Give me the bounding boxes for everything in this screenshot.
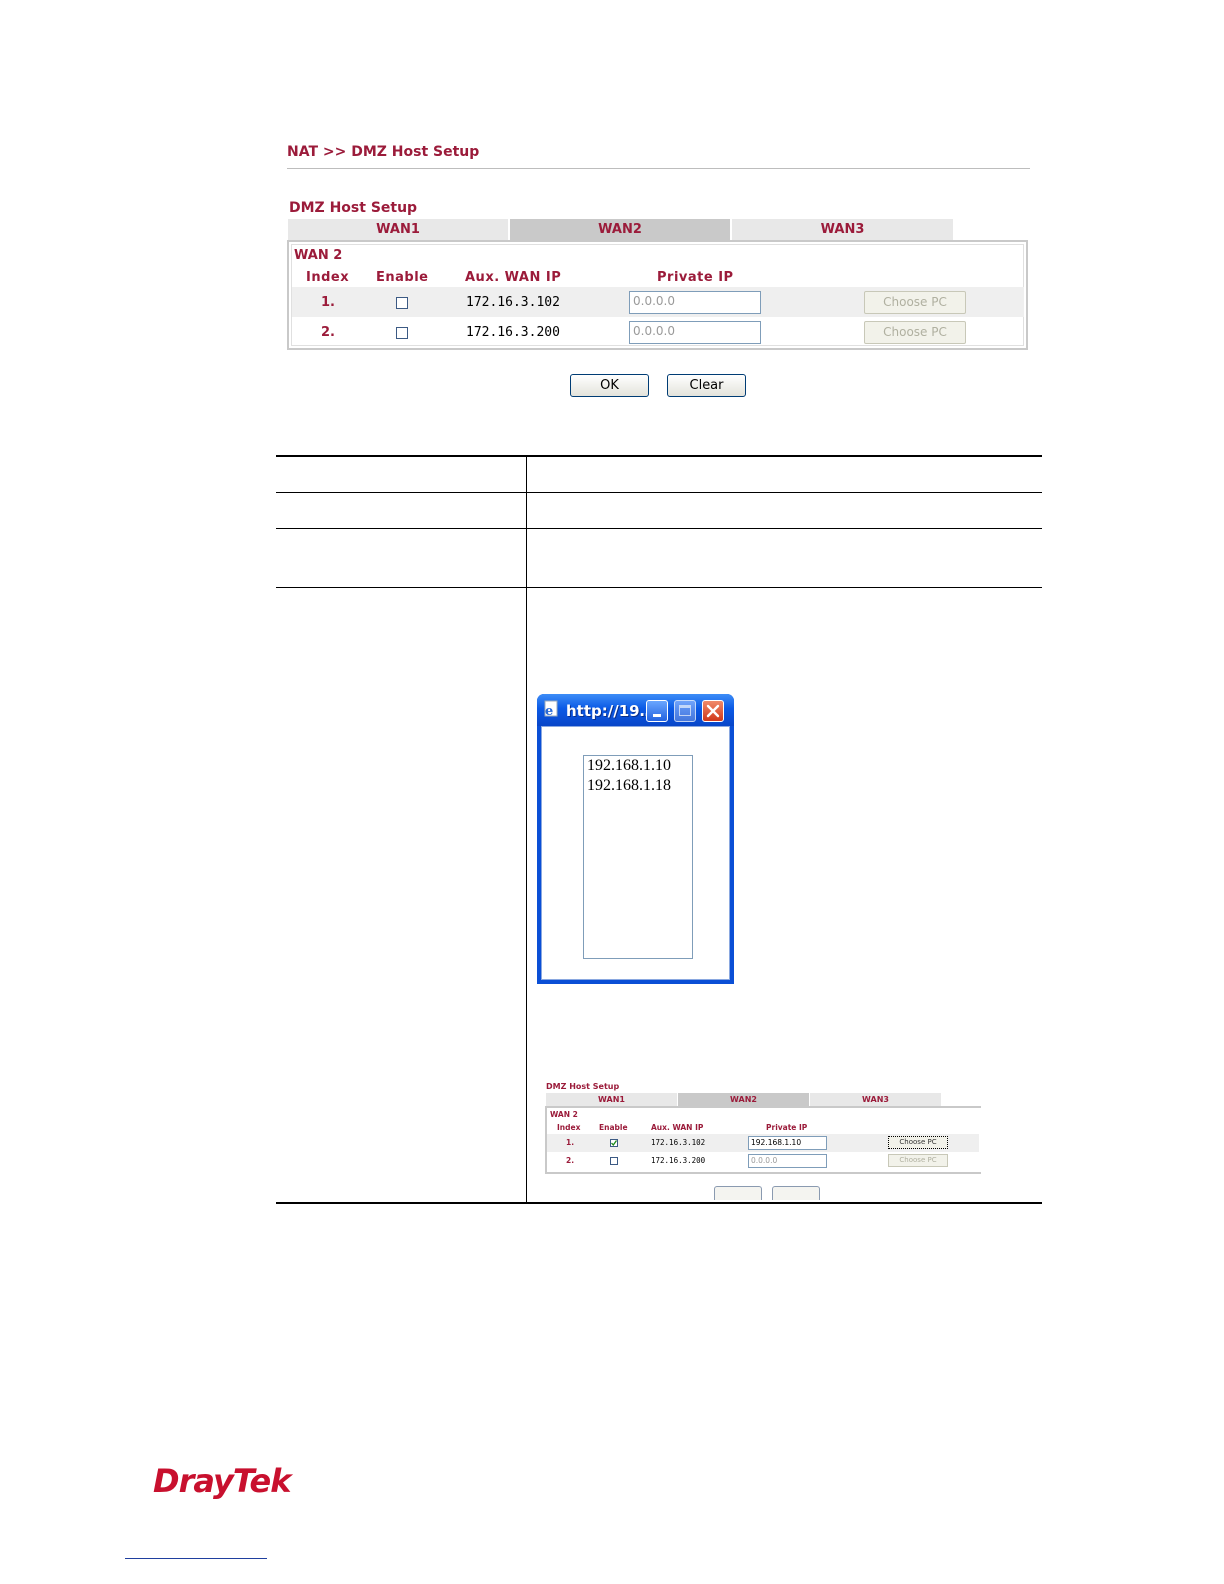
header-private-ip: Private IP bbox=[657, 270, 734, 285]
tab-wan2[interactable]: WAN2 bbox=[510, 219, 730, 240]
mini-enable-checkbox[interactable] bbox=[610, 1157, 618, 1165]
table-rule bbox=[276, 492, 1042, 493]
close-icon bbox=[706, 704, 720, 718]
ok-button[interactable]: OK bbox=[570, 374, 649, 397]
mini-header-index: Index bbox=[557, 1123, 581, 1132]
mini-wan-label: WAN 2 bbox=[550, 1110, 578, 1119]
mini-tab-wan1[interactable]: WAN1 bbox=[546, 1093, 677, 1106]
section-title: DMZ Host Setup bbox=[289, 200, 418, 216]
table-rule bbox=[276, 587, 1042, 588]
mini-tab-wan3[interactable]: WAN3 bbox=[810, 1093, 941, 1106]
mini-ok-button-cropped bbox=[714, 1186, 762, 1200]
tab-wan3[interactable]: WAN3 bbox=[732, 219, 953, 240]
popup-titlebar[interactable]: e http://19… bbox=[537, 694, 734, 726]
ie-page-icon: e bbox=[542, 700, 560, 719]
mini-enable-checkbox-checked[interactable] bbox=[610, 1139, 618, 1147]
enable-checkbox[interactable] bbox=[396, 297, 408, 309]
table-top-rule bbox=[276, 455, 1042, 457]
header-index: Index bbox=[306, 270, 350, 285]
pc-list-item[interactable]: 192.168.1.18 bbox=[584, 776, 692, 796]
mini-clear-button-cropped bbox=[772, 1186, 820, 1200]
minimize-button[interactable] bbox=[646, 700, 668, 722]
enable-checkbox[interactable] bbox=[396, 327, 408, 339]
header-enable: Enable bbox=[376, 270, 429, 285]
mini-choose-pc-button[interactable]: Choose PC bbox=[888, 1136, 948, 1149]
mini-private-ip-input[interactable]: 0.0.0.0 bbox=[748, 1154, 827, 1168]
mini-private-ip-input[interactable]: 192.168.1.10 bbox=[748, 1136, 827, 1150]
mini-wan-tabs: WAN1 WAN2 WAN3 bbox=[546, 1093, 942, 1106]
minimize-icon bbox=[653, 714, 661, 717]
maximize-icon bbox=[679, 705, 691, 716]
mini-choose-pc-button[interactable]: Choose PC bbox=[888, 1154, 948, 1167]
wan-label: WAN 2 bbox=[294, 248, 343, 263]
tab-wan1[interactable]: WAN1 bbox=[288, 219, 508, 240]
aux-wan-ip: 172.16.3.102 bbox=[466, 295, 560, 310]
pc-list[interactable]: 192.168.1.10 192.168.1.18 bbox=[583, 755, 693, 959]
table-rule bbox=[276, 528, 1042, 529]
table-bottom-rule bbox=[276, 1202, 1042, 1204]
mini-header-private-ip: Private IP bbox=[766, 1123, 808, 1132]
choose-pc-button[interactable]: Choose PC bbox=[864, 291, 966, 314]
choose-pc-button[interactable]: Choose PC bbox=[864, 321, 966, 344]
breadcrumb-divider bbox=[287, 168, 1030, 169]
mini-row-index: 2. bbox=[566, 1156, 575, 1165]
close-button[interactable] bbox=[702, 700, 724, 722]
footer-rule bbox=[125, 1558, 267, 1559]
mini-aux-wan-ip: 172.16.3.200 bbox=[651, 1156, 706, 1165]
draytek-logo: DrayTek bbox=[153, 1462, 291, 1500]
mini-tab-wan2[interactable]: WAN2 bbox=[678, 1093, 809, 1106]
mini-section-title: DMZ Host Setup bbox=[546, 1082, 620, 1091]
table-column-divider bbox=[526, 456, 527, 1203]
svg-text:e: e bbox=[545, 704, 553, 718]
wan-tabs: WAN1 WAN2 WAN3 bbox=[288, 219, 955, 240]
mini-aux-wan-ip: 172.16.3.102 bbox=[651, 1138, 706, 1147]
header-aux-wan-ip: Aux. WAN IP bbox=[465, 270, 562, 285]
popup-title: http://19… bbox=[566, 702, 655, 720]
private-ip-input[interactable]: 0.0.0.0 bbox=[629, 321, 761, 344]
row-index: 1. bbox=[321, 295, 335, 310]
mini-header-aux-wan-ip: Aux. WAN IP bbox=[651, 1123, 704, 1132]
choose-pc-popup-window: e http://19… 192.168.1.10 192.168.1.18 bbox=[537, 694, 734, 984]
breadcrumb: NAT >> DMZ Host Setup bbox=[287, 144, 480, 160]
row-index: 2. bbox=[321, 325, 335, 340]
checkmark-icon bbox=[611, 1140, 618, 1147]
aux-wan-ip: 172.16.3.200 bbox=[466, 325, 560, 340]
clear-button[interactable]: Clear bbox=[667, 374, 746, 397]
popup-body: 192.168.1.10 192.168.1.18 bbox=[541, 726, 730, 980]
maximize-button[interactable] bbox=[674, 700, 696, 722]
private-ip-input[interactable]: 0.0.0.0 bbox=[629, 291, 761, 314]
pc-list-item[interactable]: 192.168.1.10 bbox=[584, 756, 692, 776]
mini-row-index: 1. bbox=[566, 1138, 575, 1147]
mini-header-enable: Enable bbox=[599, 1123, 628, 1132]
